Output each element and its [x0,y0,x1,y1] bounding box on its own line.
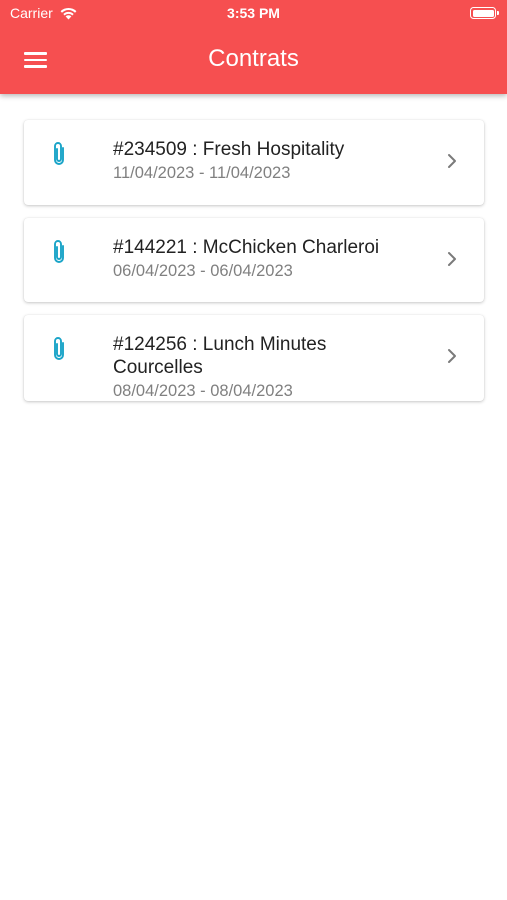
paperclip-icon [54,337,64,360]
contract-card[interactable]: #234509 : Fresh Hospitality 11/04/2023 -… [24,120,484,205]
contract-list: #234509 : Fresh Hospitality 11/04/2023 -… [24,120,484,414]
battery-icon [470,7,499,19]
status-time: 3:53 PM [227,5,280,21]
contract-dates: 11/04/2023 - 11/04/2023 [113,164,291,182]
contract-card[interactable]: #124256 : Lunch Minutes Courcelles 08/04… [24,315,484,401]
contract-title: #144221 : McChicken Charleroi [113,237,380,258]
paperclip-icon [54,240,64,263]
chevron-right-icon [448,349,456,363]
paperclip-icon [54,142,64,165]
page-title: Contrats [208,45,299,72]
contract-info: #144221 : McChicken Charleroi 06/04/2023… [113,236,413,282]
contract-info: #234509 : Fresh Hospitality 11/04/2023 -… [113,138,413,184]
chevron-right-icon [448,154,456,168]
contract-title: #234509 : Fresh Hospitality [113,139,345,160]
contract-info: #124256 : Lunch Minutes Courcelles 08/04… [113,333,413,402]
status-bar: Carrier 3:53 PM [0,0,507,28]
contract-dates: 08/04/2023 - 08/04/2023 [113,382,293,400]
app-bar: Carrier 3:53 PM Contrats [0,0,507,94]
contract-card[interactable]: #144221 : McChicken Charleroi 06/04/2023… [24,218,484,302]
contract-title: #124256 : Lunch Minutes Courcelles [113,334,327,378]
chevron-right-icon [448,252,456,266]
contract-dates: 06/04/2023 - 06/04/2023 [113,262,293,280]
